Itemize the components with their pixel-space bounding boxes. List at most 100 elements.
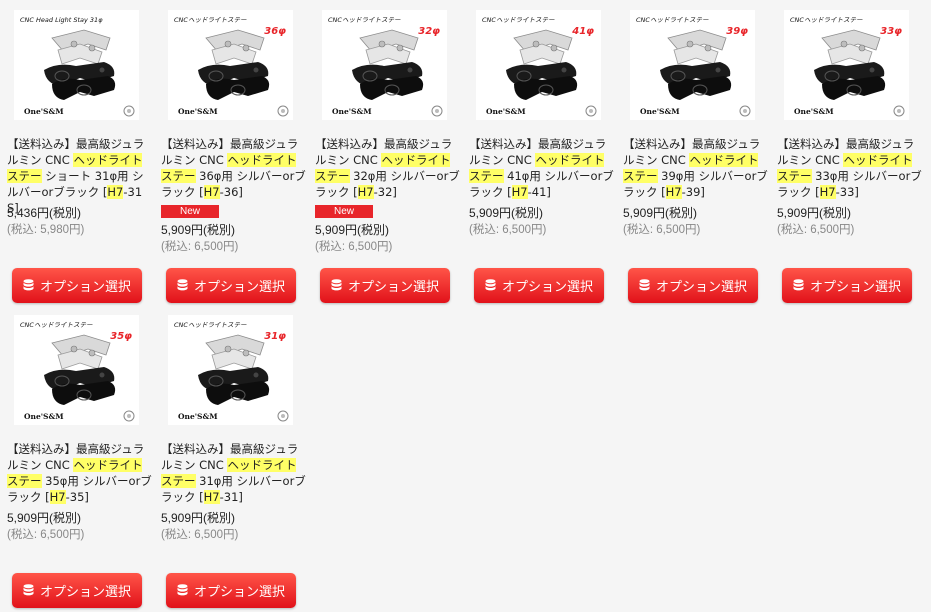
product-card-8: CNCヘッドライトステー 31φ One'S&M 【送料込み】最高級ジュラルミン…	[158, 315, 312, 612]
price-tax-included: (税込: 6,500円)	[469, 224, 547, 236]
product-thumbnail[interactable]: CNCヘッドライトステー 41φ One'S&M	[476, 10, 601, 120]
option-select-label: オプション選択	[193, 280, 285, 295]
price-block: New 5,909円(税別) (税込: 6,500円)	[161, 205, 306, 256]
product-code-highlight: H7	[49, 490, 66, 504]
thumb-banner-text: CNCヘッドライトステー	[636, 16, 709, 24]
product-card-4: CNCヘッドライトステー 41φ One'S&M 【送料込み】最高級ジュラルミン…	[466, 10, 620, 315]
price-block: New 5,909円(税別) (税込: 6,500円)	[315, 205, 460, 256]
product-title[interactable]: 【送料込み】最高級ジュラルミン CNC ヘッドライトステー 36φ用 シルバーo…	[161, 136, 306, 200]
option-select-button[interactable]: オプション選択	[782, 268, 912, 303]
thumb-size-text: 31φ	[264, 331, 286, 342]
option-select-label: オプション選択	[655, 280, 747, 295]
option-select-label: オプション選択	[39, 585, 131, 600]
thumb-logo-text: One'S&M	[640, 107, 680, 116]
product-code-highlight: H7	[107, 185, 124, 199]
price-tax-included: (税込: 6,500円)	[161, 241, 239, 253]
product-title[interactable]: 【送料込み】最高級ジュラルミン CNC ヘッドライトステー 35φ用 シルバーo…	[7, 441, 152, 505]
price-tax-excluded: 5,909円(税別)	[623, 206, 698, 220]
product-thumbnail[interactable]: CNCヘッドライトステー 36φ One'S&M	[168, 10, 293, 120]
product-title[interactable]: 【送料込み】最高級ジュラルミン CNC ヘッドライトステー 41φ用 シルバーo…	[469, 136, 614, 200]
thumb-logo-text: One'S&M	[332, 107, 372, 116]
database-icon	[23, 584, 34, 596]
product-thumbnail[interactable]: CNCヘッドライトステー 31φ One'S&M	[168, 315, 293, 425]
database-icon	[793, 279, 804, 291]
product-image: CNCヘッドライトステー 41φ One'S&M	[476, 10, 601, 120]
price-block: 5,909円(税別) (税込: 6,500円)	[161, 510, 306, 544]
product-title[interactable]: 【送料込み】最高級ジュラルミン CNC ヘッドライトステー 33φ用 シルバーo…	[777, 136, 922, 200]
option-select-button[interactable]: オプション選択	[474, 268, 604, 303]
thumb-logo-text: One'S&M	[24, 107, 64, 116]
price-block: 5,909円(税別) (税込: 6,500円)	[469, 205, 614, 239]
product-grid: CNC Head Light Stay 31φ One'S&M 【送料込み】最高…	[4, 10, 931, 612]
thumb-size-text: 35φ	[110, 331, 132, 342]
thumb-banner-text: CNCヘッドライトステー	[482, 16, 555, 24]
product-title[interactable]: 【送料込み】最高級ジュラルミン CNC ヘッドライトステー ショート 31φ用 …	[7, 136, 152, 216]
product-code-rest: -35]	[65, 490, 89, 504]
product-card-7: CNCヘッドライトステー 35φ One'S&M 【送料込み】最高級ジュラルミン…	[4, 315, 158, 612]
database-icon	[177, 279, 188, 291]
price-block: 5,909円(税別) (税込: 6,500円)	[623, 205, 768, 239]
price-tax-excluded: 5,909円(税別)	[469, 206, 544, 220]
thumb-logo-text: One'S&M	[178, 107, 218, 116]
option-select-label: オプション選択	[193, 585, 285, 600]
thumb-logo-text: One'S&M	[486, 107, 526, 116]
option-select-button[interactable]: オプション選択	[12, 573, 142, 608]
product-image: CNC Head Light Stay 31φ One'S&M	[14, 10, 139, 120]
product-thumbnail[interactable]: CNC Head Light Stay 31φ One'S&M	[14, 10, 139, 120]
product-thumbnail[interactable]: CNCヘッドライトステー 32φ One'S&M	[322, 10, 447, 120]
price-tax-included: (税込: 6,500円)	[315, 241, 393, 253]
product-image: CNCヘッドライトステー 35φ One'S&M	[14, 315, 139, 425]
price-tax-excluded: 5,436円(税別)	[7, 206, 82, 220]
price-tax-included: (税込: 6,500円)	[7, 529, 85, 541]
product-thumbnail[interactable]: CNCヘッドライトステー 35φ One'S&M	[14, 315, 139, 425]
option-select-button[interactable]: オプション選択	[628, 268, 758, 303]
price-tax-excluded: 5,909円(税別)	[315, 223, 390, 237]
price-tax-included: (税込: 6,500円)	[161, 529, 239, 541]
option-select-button[interactable]: オプション選択	[166, 573, 296, 608]
product-image: CNCヘッドライトステー 39φ One'S&M	[630, 10, 755, 120]
price-tax-included: (税込: 6,500円)	[623, 224, 701, 236]
price-tax-excluded: 5,909円(税別)	[7, 511, 82, 525]
product-image: CNCヘッドライトステー 32φ One'S&M	[322, 10, 447, 120]
product-code-rest: -39]	[681, 185, 705, 199]
price-tax-excluded: 5,909円(税別)	[777, 206, 852, 220]
product-image: CNCヘッドライトステー 31φ One'S&M	[168, 315, 293, 425]
thumb-size-text: 39φ	[726, 26, 748, 37]
product-card-1: CNC Head Light Stay 31φ One'S&M 【送料込み】最高…	[4, 10, 158, 315]
product-card-3: CNCヘッドライトステー 32φ One'S&M 【送料込み】最高級ジュラルミン…	[312, 10, 466, 315]
thumb-size-text: 41φ	[571, 26, 594, 37]
thumb-size-text: 36φ	[264, 26, 286, 37]
price-tax-included: (税込: 6,500円)	[777, 224, 855, 236]
price-tax-included: (税込: 5,980円)	[7, 224, 85, 236]
new-badge: New	[315, 205, 373, 218]
price-block: 5,909円(税別) (税込: 6,500円)	[7, 510, 152, 544]
database-icon	[23, 279, 34, 291]
thumb-banner-text: CNCヘッドライトステー	[328, 16, 401, 24]
product-code-highlight: H7	[819, 185, 836, 199]
price-block: 5,436円(税別) (税込: 5,980円)	[7, 205, 152, 239]
product-code-rest: -41]	[527, 185, 551, 199]
thumb-banner-text: CNCヘッドライトステー	[174, 321, 247, 329]
product-thumbnail[interactable]: CNCヘッドライトステー 39φ One'S&M	[630, 10, 755, 120]
thumb-banner-text: CNCヘッドライトステー	[790, 16, 863, 24]
product-image: CNCヘッドライトステー 36φ One'S&M	[168, 10, 293, 120]
product-title[interactable]: 【送料込み】最高級ジュラルミン CNC ヘッドライトステー 39φ用 シルバーo…	[623, 136, 768, 200]
option-select-button[interactable]: オプション選択	[320, 268, 450, 303]
price-tax-excluded: 5,909円(税別)	[161, 223, 236, 237]
thumb-banner-text: CNCヘッドライトステー	[20, 321, 93, 329]
product-card-6: CNCヘッドライトステー 33φ One'S&M 【送料込み】最高級ジュラルミン…	[774, 10, 928, 315]
thumb-logo-text: One'S&M	[178, 412, 218, 421]
option-select-button[interactable]: オプション選択	[12, 268, 142, 303]
thumb-logo-text: One'S&M	[794, 107, 834, 116]
database-icon	[639, 279, 650, 291]
product-title[interactable]: 【送料込み】最高級ジュラルミン CNC ヘッドライトステー 32φ用 シルバーo…	[315, 136, 460, 200]
product-code-highlight: H7	[203, 185, 220, 199]
thumb-banner-text: CNC Head Light Stay 31φ	[20, 16, 103, 24]
thumb-banner-text: CNCヘッドライトステー	[174, 16, 247, 24]
option-select-button[interactable]: オプション選択	[166, 268, 296, 303]
product-title[interactable]: 【送料込み】最高級ジュラルミン CNC ヘッドライトステー 31φ用 シルバーo…	[161, 441, 306, 505]
product-code-rest: -32]	[373, 185, 397, 199]
database-icon	[331, 279, 342, 291]
option-select-label: オプション選択	[347, 280, 439, 295]
product-thumbnail[interactable]: CNCヘッドライトステー 33φ One'S&M	[784, 10, 909, 120]
